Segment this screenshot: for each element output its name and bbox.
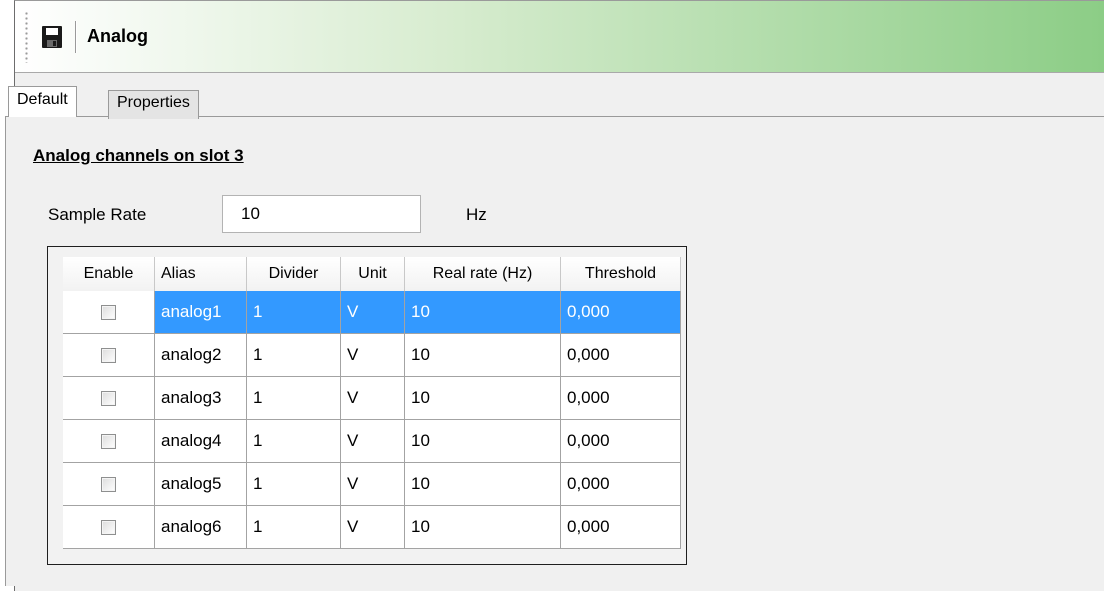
- real-rate-cell[interactable]: 10: [405, 463, 561, 506]
- threshold-cell[interactable]: 0,000: [561, 377, 681, 420]
- column-header-enable[interactable]: Enable: [63, 257, 155, 291]
- enable-checkbox-cell[interactable]: [63, 463, 155, 506]
- divider-cell[interactable]: 1: [247, 334, 341, 377]
- table-row[interactable]: analog2 1 V 10 0,000: [63, 334, 681, 377]
- enable-checkbox-cell[interactable]: [63, 377, 155, 420]
- channels-grid[interactable]: Enable Alias Divider Unit Real rate (Hz)…: [47, 246, 687, 565]
- enable-checkbox[interactable]: [101, 476, 116, 492]
- real-rate-cell[interactable]: 10: [405, 420, 561, 463]
- unit-cell[interactable]: V: [341, 291, 405, 334]
- table-row[interactable]: analog4 1 V 10 0,000: [63, 420, 681, 463]
- divider-cell[interactable]: 1: [247, 506, 341, 549]
- unit-cell[interactable]: V: [341, 506, 405, 549]
- enable-checkbox-cell[interactable]: [63, 334, 155, 377]
- tab-properties[interactable]: Properties: [108, 90, 199, 119]
- threshold-cell[interactable]: 0,000: [561, 463, 681, 506]
- unit-cell[interactable]: V: [341, 420, 405, 463]
- enable-checkbox-cell[interactable]: [63, 506, 155, 549]
- enable-checkbox[interactable]: [101, 433, 116, 449]
- alias-cell[interactable]: analog4: [155, 420, 247, 463]
- alias-cell[interactable]: analog3: [155, 377, 247, 420]
- toolbar-grip[interactable]: [25, 11, 28, 63]
- enable-checkbox[interactable]: [101, 347, 116, 363]
- column-header-real-rate[interactable]: Real rate (Hz): [405, 257, 561, 291]
- table-row[interactable]: analog3 1 V 10 0,000: [63, 377, 681, 420]
- real-rate-cell[interactable]: 10: [405, 291, 561, 334]
- column-header-unit[interactable]: Unit: [341, 257, 405, 291]
- divider-cell[interactable]: 1: [247, 377, 341, 420]
- toolbar-separator: [75, 21, 77, 53]
- threshold-cell[interactable]: 0,000: [561, 291, 681, 334]
- toolbar-title: Analog: [87, 26, 148, 46]
- enable-checkbox[interactable]: [101, 390, 116, 406]
- real-rate-cell[interactable]: 10: [405, 377, 561, 420]
- table-row[interactable]: analog5 1 V 10 0,000: [63, 463, 681, 506]
- enable-checkbox[interactable]: [101, 519, 116, 535]
- enable-checkbox[interactable]: [101, 304, 116, 320]
- column-header-divider[interactable]: Divider: [247, 257, 341, 291]
- sample-rate-label: Sample Rate: [48, 205, 147, 224]
- enable-checkbox-cell[interactable]: [63, 420, 155, 463]
- divider-cell[interactable]: 1: [247, 291, 341, 334]
- grid-rows: analog1 1 V 10 0,000 analog2 1 V 10 0,000 analog3 1…: [63, 291, 681, 549]
- column-header-alias[interactable]: Alias: [155, 257, 247, 291]
- alias-cell[interactable]: analog6: [155, 506, 247, 549]
- floppy-disk-icon[interactable]: [41, 25, 63, 49]
- enable-checkbox-cell[interactable]: [63, 291, 155, 334]
- threshold-cell[interactable]: 0,000: [561, 334, 681, 377]
- divider-cell[interactable]: 1: [247, 420, 341, 463]
- unit-cell[interactable]: V: [341, 377, 405, 420]
- toolbar: Analog: [15, 1, 1104, 73]
- grid-header: Enable Alias Divider Unit Real rate (Hz)…: [63, 257, 681, 291]
- table-row[interactable]: analog1 1 V 10 0,000: [63, 291, 681, 334]
- unit-cell[interactable]: V: [341, 334, 405, 377]
- alias-cell[interactable]: analog5: [155, 463, 247, 506]
- alias-cell[interactable]: analog2: [155, 334, 247, 377]
- section-heading: Analog channels on slot 3: [33, 146, 244, 165]
- unit-cell[interactable]: V: [341, 463, 405, 506]
- sample-rate-unit: Hz: [466, 205, 487, 224]
- sample-rate-input[interactable]: [222, 195, 421, 233]
- tab-default[interactable]: Default: [8, 86, 77, 117]
- threshold-cell[interactable]: 0,000: [561, 420, 681, 463]
- threshold-cell[interactable]: 0,000: [561, 506, 681, 549]
- real-rate-cell[interactable]: 10: [405, 506, 561, 549]
- alias-cell[interactable]: analog1: [155, 291, 247, 334]
- column-header-threshold[interactable]: Threshold: [561, 257, 681, 291]
- divider-cell[interactable]: 1: [247, 463, 341, 506]
- real-rate-cell[interactable]: 10: [405, 334, 561, 377]
- table-row[interactable]: analog6 1 V 10 0,000: [63, 506, 681, 549]
